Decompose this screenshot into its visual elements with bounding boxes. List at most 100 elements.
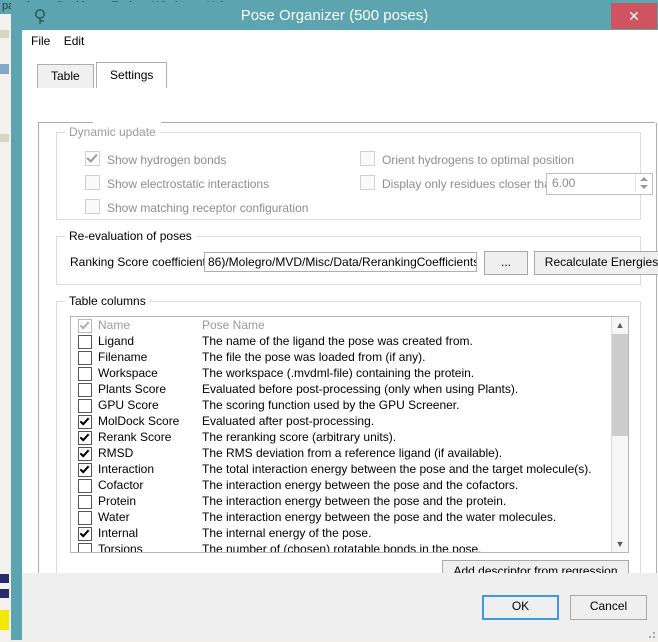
table-columns-row-description: The workspace (.mvdml-file) containing t… (202, 366, 475, 380)
window-title: Pose Organizer (500 poses) (240, 7, 429, 24)
checkbox-orient-hydrogens-box[interactable] (360, 151, 375, 166)
table-columns-row-checkbox[interactable] (78, 511, 92, 525)
checkbox-show-electrostatic-interactions-label: Show electrostatic interactions (107, 177, 270, 191)
close-icon[interactable]: ✕ (611, 3, 657, 29)
settings-tab-panel: Dynamic update Show hydrogen bonds Show … (38, 123, 658, 602)
table-columns-row-name: Protein (98, 494, 137, 508)
background-left-panel (0, 14, 10, 642)
scroll-up-icon[interactable]: ▲ (612, 317, 628, 333)
scroll-down-icon[interactable]: ▼ (612, 536, 628, 552)
table-columns-row-description: Pose Name (202, 318, 265, 332)
table-columns-row[interactable]: Plants Score Evaluated before post-proces… (71, 381, 628, 397)
table-columns-row-name: Rerank Score (98, 430, 172, 444)
table-columns-row-name: Workspace (98, 366, 158, 380)
table-columns-group: Table columns Name Pose Name Ligand The nam… (56, 294, 641, 598)
table-columns-row-checkbox[interactable] (78, 463, 92, 477)
table-columns-row-name: MolDock Score (98, 414, 180, 428)
background-swatch-5 (0, 589, 9, 598)
table-columns-row-checkbox[interactable] (78, 367, 92, 381)
table-columns-row-checkbox[interactable] (78, 543, 92, 552)
table-columns-row[interactable]: Name Pose Name (71, 317, 628, 333)
table-columns-row-description: The interaction energy between the pose … (202, 478, 519, 492)
table-columns-row-name: Torsions (98, 542, 143, 553)
menu-item-edit[interactable]: Edit (64, 30, 95, 53)
table-columns-row-checkbox[interactable] (78, 351, 92, 365)
tab-table[interactable]: Table (37, 64, 94, 88)
table-columns-row-checkbox[interactable] (78, 319, 92, 333)
table-columns-row[interactable]: Cofactor The interaction energy between t… (71, 477, 628, 493)
table-columns-row-description: The number of (chosen) rotatable bonds i… (202, 542, 482, 553)
listbox-scrollbar[interactable]: ▲ ▼ (611, 317, 628, 552)
checkbox-show-hydrogen-bonds-box[interactable] (85, 151, 100, 166)
checkbox-show-matching-receptor-configuration-label: Show matching receptor configuration (107, 201, 309, 215)
table-columns-listbox[interactable]: Name Pose Name Ligand The name of the ligan… (70, 316, 629, 553)
table-columns-row[interactable]: RMSD The RMS deviation from a reference l… (71, 445, 628, 461)
table-columns-row-description: The interaction energy between the pose … (202, 494, 507, 508)
table-columns-row-name: Water (98, 510, 130, 524)
checkbox-show-hydrogen-bonds-label: Show hydrogen bonds (107, 153, 227, 167)
dynamic-update-group-title: Dynamic update (65, 125, 160, 139)
browse-button[interactable]: ... (484, 251, 528, 275)
cancel-button[interactable]: Cancel (570, 595, 647, 620)
table-columns-row-name: GPU Score (98, 398, 159, 412)
ok-button[interactable]: OK (482, 595, 559, 620)
tab-strip: Table Settings (22, 62, 658, 88)
background-swatch-1 (0, 30, 9, 38)
resize-grip[interactable] (645, 628, 655, 638)
table-columns-row[interactable]: Workspace The workspace (.mvdml-file) con… (71, 365, 628, 381)
table-columns-row-name: Filename (98, 350, 148, 364)
table-columns-row[interactable]: MolDock Score Evaluated after post-proces… (71, 413, 628, 429)
table-columns-row-description: The scoring function used by the GPU Scr… (202, 398, 460, 412)
checkbox-show-electrostatic-interactions[interactable]: Show electrostatic interactions (85, 175, 269, 191)
table-columns-row-description: The file the pose was loaded from (if an… (202, 350, 426, 364)
checkbox-show-matching-receptor-configuration-box[interactable] (85, 199, 100, 214)
background-swatch-2 (0, 64, 9, 74)
table-columns-row[interactable]: Water The interaction energy between the … (71, 509, 628, 525)
checkbox-show-matching-receptor-configuration[interactable]: Show matching receptor configuration (85, 199, 308, 215)
table-columns-row[interactable]: Rerank Score The reranking score (arbitra… (71, 429, 628, 445)
table-columns-row-checkbox[interactable] (78, 495, 92, 509)
tab-settings[interactable]: Settings (96, 62, 168, 88)
table-columns-row-checkbox[interactable] (78, 383, 92, 397)
scrollbar-thumb[interactable] (612, 334, 628, 436)
table-columns-row[interactable]: Ligand The name of the ligand the pose wa… (71, 333, 628, 349)
table-columns-row-name: RMSD (98, 446, 134, 460)
table-columns-row[interactable]: Internal The internal energy of the pose. (71, 525, 628, 541)
table-columns-row-name: Interaction (98, 462, 155, 476)
table-columns-row-checkbox[interactable] (78, 479, 92, 493)
table-columns-row[interactable]: GPU Score The scoring function used by th… (71, 397, 628, 413)
table-columns-row-name: Internal (98, 526, 139, 540)
ranking-coefficients-input[interactable]: 86)/Molegro/MVD/Misc/Data/RerankingCoeff… (204, 252, 477, 272)
stepper-arrows-icon[interactable] (635, 174, 652, 192)
residue-distance-value: 6.00 (552, 176, 576, 190)
table-columns-row-checkbox[interactable] (78, 335, 92, 349)
checkbox-orient-hydrogens-label: Orient hydrogens to optimal position (382, 153, 575, 167)
table-columns-row-description: The name of the ligand the pose was crea… (202, 334, 473, 348)
table-columns-row[interactable]: Filename The file the pose was loaded fro… (71, 349, 628, 365)
recalculate-energies-button[interactable]: Recalculate Energies (534, 251, 658, 275)
table-columns-row-checkbox[interactable] (78, 399, 92, 413)
table-columns-row-checkbox[interactable] (78, 527, 92, 541)
table-columns-row-description: Evaluated before post-processing (only w… (202, 382, 519, 396)
table-columns-row-name: Ligand (98, 334, 135, 348)
pose-organizer-window: Pose Organizer (500 poses) ✕ File Edit T… (11, 2, 658, 640)
background-swatch-3 (0, 134, 9, 142)
table-columns-row-description: The reranking score (arbitrary units). (202, 430, 397, 444)
table-columns-row-checkbox[interactable] (78, 447, 92, 461)
table-columns-row-checkbox[interactable] (78, 415, 92, 429)
ranking-coefficients-label: Ranking Score coefficients (70, 255, 212, 269)
table-columns-rows: Name Pose Name Ligand The name of the ligan… (71, 317, 628, 553)
checkbox-orient-hydrogens[interactable]: Orient hydrogens to optimal position (360, 151, 574, 167)
table-columns-row[interactable]: Torsions The number of (chosen) rotatable… (71, 541, 628, 553)
window-client-area: File Edit Table Settings Dynamic update … (22, 30, 658, 640)
checkbox-show-hydrogen-bonds[interactable]: Show hydrogen bonds (85, 151, 226, 167)
checkbox-show-electrostatic-interactions-box[interactable] (85, 175, 100, 190)
table-columns-row-checkbox[interactable] (78, 431, 92, 445)
table-columns-row[interactable]: Interaction The total interaction energy … (71, 461, 628, 477)
title-bar[interactable]: Pose Organizer (500 poses) ✕ (11, 2, 658, 30)
table-columns-row[interactable]: Protein The interaction energy between th… (71, 493, 628, 509)
table-columns-row-name: Name (98, 318, 131, 332)
menu-item-file[interactable]: File (31, 30, 60, 53)
residue-distance-stepper[interactable]: 6.00 (546, 173, 653, 195)
checkbox-display-only-residues-box[interactable] (360, 175, 375, 190)
